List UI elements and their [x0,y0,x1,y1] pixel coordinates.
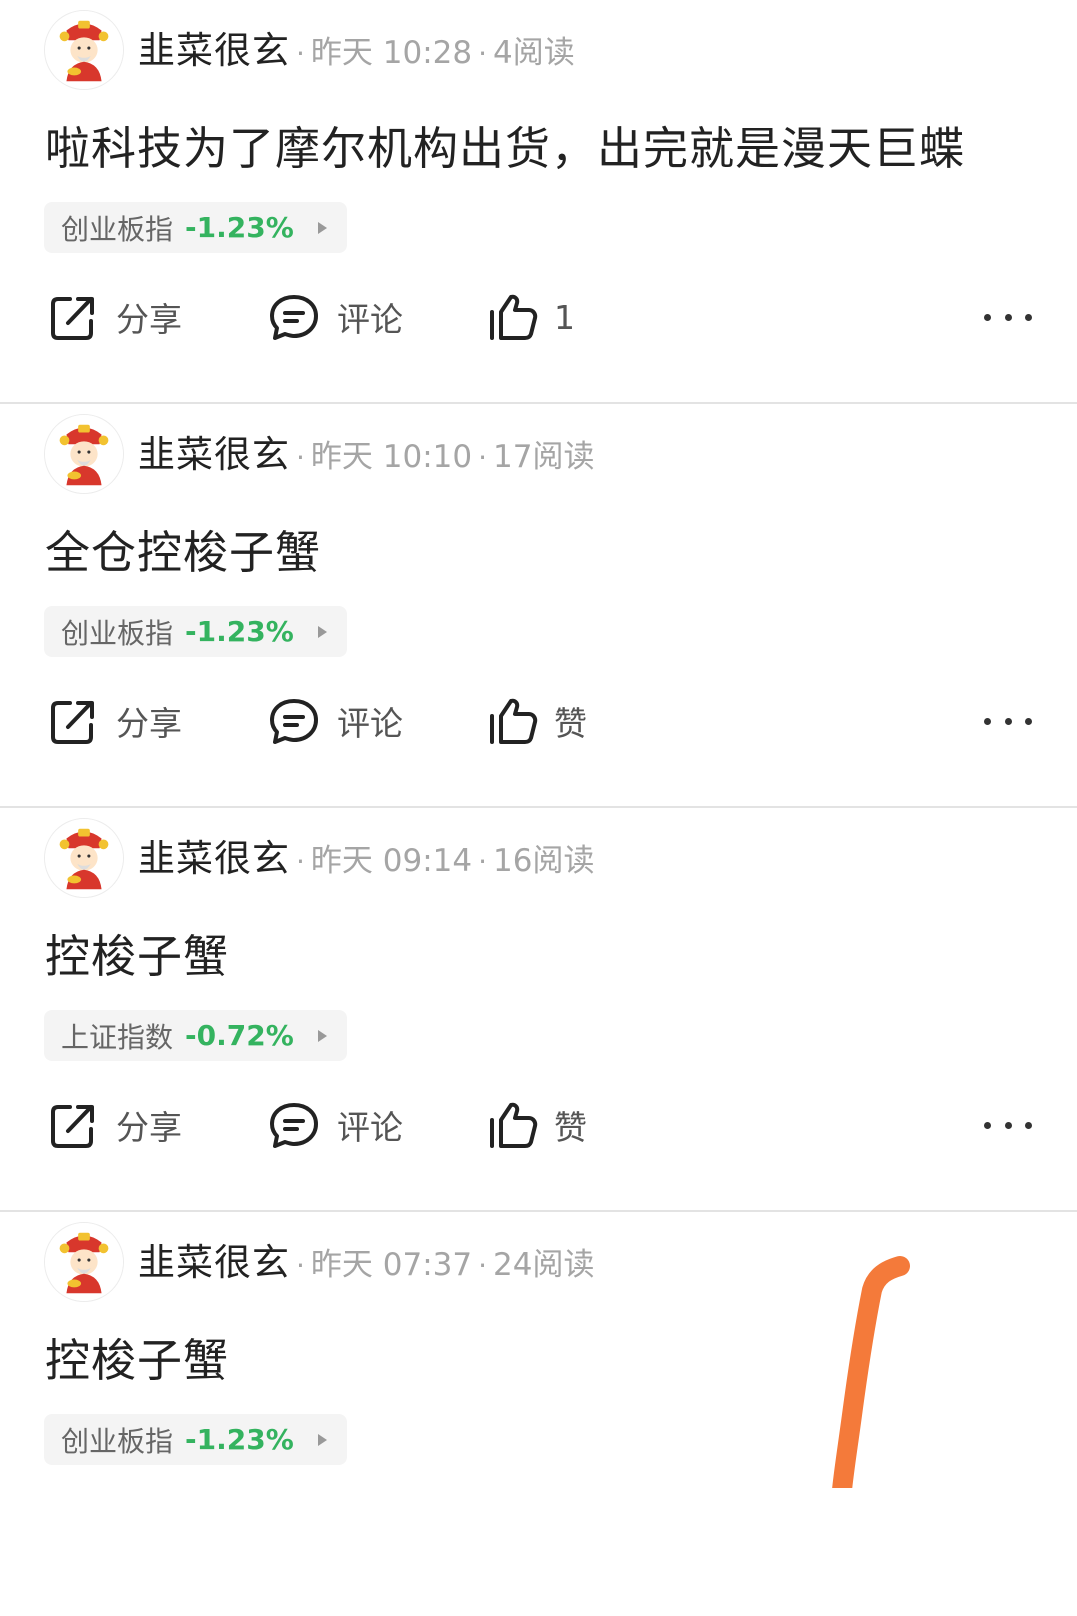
share-label: 分享 [116,1108,182,1147]
like-label: 赞 [554,704,587,743]
fortune-god-avatar-icon [45,819,123,897]
post-content[interactable]: 全仓控梭子蟹 [45,516,321,581]
share-icon [51,297,94,340]
play-arrow-icon [317,1433,327,1446]
meta-separator: · [296,1249,305,1282]
like-button[interactable]: 1 [486,282,575,352]
like-label: 赞 [554,1108,587,1147]
more-dot [984,717,991,725]
comment-label: 评论 [337,300,403,339]
post-card[interactable]: 韭菜很玄 · 昨天 10:28 · 4阅读 啦科技为了摩尔机构出货，出完就是漫天… [0,0,1077,404]
index-tag[interactable]: 创业板指 -1.23% [44,606,347,657]
more-dot [984,313,991,321]
post-meta: 韭菜很玄 · 昨天 10:10 · 17阅读 [138,424,594,480]
comment-label: 评论 [337,704,403,743]
index-name: 创业板指 [61,616,174,650]
comment-icon [270,1103,318,1148]
index-change: -0.72% [185,1019,294,1052]
like-count: 1 [554,297,575,337]
meta-separator: · [478,441,488,474]
author-name[interactable]: 韭菜很玄 [138,1232,290,1286]
author-name[interactable]: 韭菜很玄 [138,828,290,882]
author-name[interactable]: 韭菜很玄 [138,20,290,74]
more-dot [984,1121,991,1129]
comment-button[interactable]: 评论 [267,282,403,352]
post-time: 昨天 07:37 [310,1247,473,1283]
thumbs-up-icon [490,294,538,340]
more-dot [1025,313,1032,321]
play-arrow-icon [317,1029,327,1042]
index-change: -1.23% [185,1423,294,1456]
share-icon [51,1105,94,1148]
post-card[interactable]: 韭菜很玄 · 昨天 10:10 · 17阅读 全仓控梭子蟹 创业板指 -1.23… [0,404,1077,808]
index-name: 上证指数 [61,1020,174,1054]
post-content[interactable]: 控梭子蟹 [45,1324,229,1389]
meta-separator: · [296,845,305,878]
more-dot [1025,1121,1032,1129]
meta-separator: · [478,37,488,70]
thumbs-up-icon [490,698,538,744]
post-meta: 韭菜很玄 · 昨天 07:37 · 24阅读 [138,1232,594,1288]
post-meta: 韭菜很玄 · 昨天 10:28 · 4阅读 [138,20,575,76]
author-name[interactable]: 韭菜很玄 [138,424,290,478]
meta-separator: · [478,845,488,878]
read-count: 24阅读 [493,1247,595,1283]
fortune-god-avatar-icon [45,1223,123,1301]
more-dot [1004,313,1012,321]
post-content[interactable]: 控梭子蟹 [45,920,229,985]
like-button[interactable]: 赞 [486,1090,587,1160]
share-button[interactable]: 分享 [46,686,182,756]
post-meta: 韭菜很玄 · 昨天 09:14 · 16阅读 [138,828,594,884]
more-dot [1004,1121,1012,1129]
post-card[interactable]: 韭菜很玄 · 昨天 07:37 · 24阅读 控梭子蟹 创业板指 -1.23% [0,1212,1077,1616]
meta-separator: · [478,1249,488,1282]
read-count: 4阅读 [493,35,575,71]
avatar[interactable] [44,1222,124,1302]
avatar[interactable] [44,10,124,90]
share-label: 分享 [116,300,182,339]
index-change: -1.23% [185,211,294,244]
post-time: 昨天 10:28 [310,35,473,71]
share-icon [51,701,94,744]
play-arrow-icon [317,625,327,638]
play-arrow-icon [317,221,327,234]
thumbs-up-icon [490,1102,538,1148]
share-button[interactable]: 分享 [46,282,182,352]
comment-button[interactable]: 评论 [267,686,403,756]
share-label: 分享 [116,704,182,743]
like-button[interactable]: 赞 [486,686,587,756]
more-dot [1004,717,1012,725]
index-tag[interactable]: 上证指数 -0.72% [44,1010,347,1061]
more-button[interactable] [984,1110,1032,1140]
index-name: 创业板指 [61,212,174,246]
read-count: 16阅读 [493,843,595,879]
comment-icon [270,699,318,744]
comment-button[interactable]: 评论 [267,1090,403,1160]
more-dot [1025,717,1032,725]
index-change: -1.23% [185,615,294,648]
index-tag[interactable]: 创业板指 -1.23% [44,202,347,253]
post-card[interactable]: 韭菜很玄 · 昨天 09:14 · 16阅读 控梭子蟹 上证指数 -0.72% … [0,808,1077,1212]
read-count: 17阅读 [493,439,595,475]
avatar[interactable] [44,818,124,898]
post-time: 昨天 09:14 [310,843,473,879]
fortune-god-avatar-icon [45,415,123,493]
more-button[interactable] [984,706,1032,736]
action-bar: 分享 评论 1 [0,282,1077,352]
post-time: 昨天 10:10 [310,439,473,475]
index-tag[interactable]: 创业板指 -1.23% [44,1414,347,1465]
comment-label: 评论 [337,1108,403,1147]
action-bar: 分享 评论 赞 [0,686,1077,756]
meta-separator: · [296,441,305,474]
index-name: 创业板指 [61,1424,174,1458]
share-button[interactable]: 分享 [46,1090,182,1160]
more-button[interactable] [984,302,1032,332]
post-content[interactable]: 啦科技为了摩尔机构出货，出完就是漫天巨蝶 [45,112,965,177]
comment-icon [270,295,318,340]
action-bar: 分享 评论 赞 [0,1090,1077,1160]
meta-separator: · [296,37,305,70]
fortune-god-avatar-icon [45,11,123,89]
avatar[interactable] [44,414,124,494]
